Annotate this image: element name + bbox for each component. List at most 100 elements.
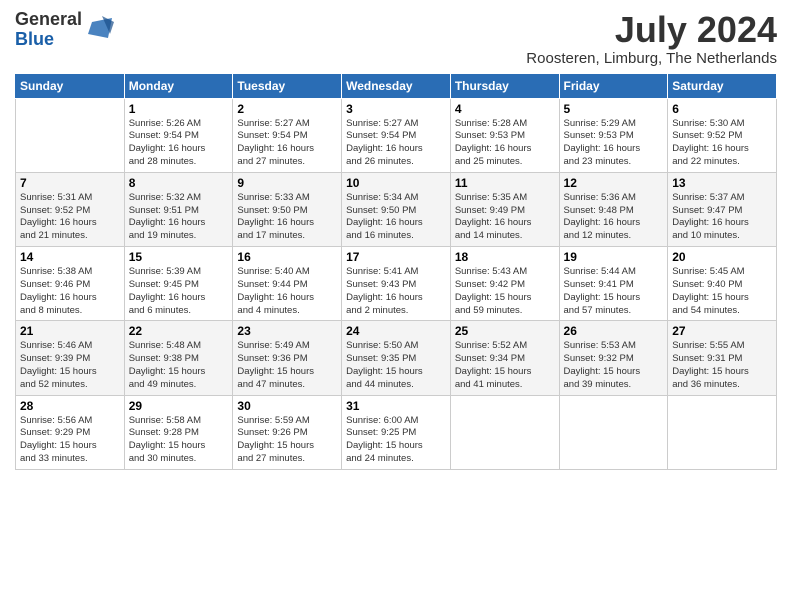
header-cell-thursday: Thursday xyxy=(450,73,559,98)
day-number: 13 xyxy=(672,176,772,190)
day-info: Sunrise: 5:33 AM Sunset: 9:50 PM Dayligh… xyxy=(237,192,337,243)
day-number: 7 xyxy=(20,176,120,190)
day-cell: 4Sunrise: 5:28 AM Sunset: 9:53 PM Daylig… xyxy=(450,98,559,172)
header-row: SundayMondayTuesdayWednesdayThursdayFrid… xyxy=(16,73,777,98)
header-cell-sunday: Sunday xyxy=(16,73,125,98)
day-info: Sunrise: 5:34 AM Sunset: 9:50 PM Dayligh… xyxy=(346,192,446,243)
day-number: 25 xyxy=(455,324,555,338)
day-cell: 26 Sunrise: 5:53 AM Sunset: 9:32 PM Dayli… xyxy=(559,321,668,395)
day-number: 22 xyxy=(129,324,229,338)
day-number: 6 xyxy=(672,102,772,116)
day-cell: 11 Sunrise: 5:35 AM Sunset: 9:49 PM Dayli… xyxy=(450,172,559,246)
day-cell: 10 Sunrise: 5:34 AM Sunset: 9:50 PM Dayli… xyxy=(342,172,451,246)
day-cell: 14Sunrise: 5:38 AM Sunset: 9:46 PM Dayli… xyxy=(16,247,125,321)
day-number: 2 xyxy=(237,102,337,116)
logo-icon xyxy=(84,14,116,46)
day-info: Sunrise: 5:43 AM Sunset: 9:42 PM Dayligh… xyxy=(455,266,555,317)
day-info: Sunrise: 5:50 AM Sunset: 9:35 PM Dayligh… xyxy=(346,340,446,391)
day-cell: 21 Sunrise: 5:46 AM Sunset: 9:39 PM Dayli… xyxy=(16,321,125,395)
week-row-4: 21 Sunrise: 5:46 AM Sunset: 9:39 PM Dayli… xyxy=(16,321,777,395)
day-cell: 12Sunrise: 5:36 AM Sunset: 9:48 PM Dayli… xyxy=(559,172,668,246)
day-info: Sunrise: 5:26 AM Sunset: 9:54 PM Dayligh… xyxy=(129,118,229,169)
day-info: Sunrise: 5:39 AM Sunset: 9:45 PM Dayligh… xyxy=(129,266,229,317)
header-cell-tuesday: Tuesday xyxy=(233,73,342,98)
day-info: Sunrise: 5:52 AM Sunset: 9:34 PM Dayligh… xyxy=(455,340,555,391)
week-row-3: 14Sunrise: 5:38 AM Sunset: 9:46 PM Dayli… xyxy=(16,247,777,321)
day-info: Sunrise: 5:48 AM Sunset: 9:38 PM Dayligh… xyxy=(129,340,229,391)
day-cell: 13 Sunrise: 5:37 AM Sunset: 9:47 PM Dayli… xyxy=(668,172,777,246)
month-year: July 2024 xyxy=(526,10,777,50)
day-number: 30 xyxy=(237,399,337,413)
day-info: Sunrise: 5:44 AM Sunset: 9:41 PM Dayligh… xyxy=(564,266,664,317)
day-cell: 8 Sunrise: 5:32 AM Sunset: 9:51 PM Daylig… xyxy=(124,172,233,246)
day-number: 29 xyxy=(129,399,229,413)
day-info: Sunrise: 5:53 AM Sunset: 9:32 PM Dayligh… xyxy=(564,340,664,391)
day-cell xyxy=(16,98,125,172)
day-cell: 22 Sunrise: 5:48 AM Sunset: 9:38 PM Dayli… xyxy=(124,321,233,395)
day-cell: 30Sunrise: 5:59 AM Sunset: 9:26 PM Dayli… xyxy=(233,395,342,469)
day-cell: 25 Sunrise: 5:52 AM Sunset: 9:34 PM Dayli… xyxy=(450,321,559,395)
day-info: Sunrise: 5:45 AM Sunset: 9:40 PM Dayligh… xyxy=(672,266,772,317)
day-cell: 15 Sunrise: 5:39 AM Sunset: 9:45 PM Dayli… xyxy=(124,247,233,321)
day-cell: 24 Sunrise: 5:50 AM Sunset: 9:35 PM Dayli… xyxy=(342,321,451,395)
day-number: 31 xyxy=(346,399,446,413)
day-number: 14 xyxy=(20,250,120,264)
day-cell: 1 Sunrise: 5:26 AM Sunset: 9:54 PM Daylig… xyxy=(124,98,233,172)
day-number: 10 xyxy=(346,176,446,190)
day-number: 17 xyxy=(346,250,446,264)
day-info: Sunrise: 6:00 AM Sunset: 9:25 PM Dayligh… xyxy=(346,415,446,466)
day-number: 11 xyxy=(455,176,555,190)
week-row-2: 7 Sunrise: 5:31 AM Sunset: 9:52 PM Daylig… xyxy=(16,172,777,246)
header-cell-wednesday: Wednesday xyxy=(342,73,451,98)
day-info: Sunrise: 5:37 AM Sunset: 9:47 PM Dayligh… xyxy=(672,192,772,243)
day-cell: 18 Sunrise: 5:43 AM Sunset: 9:42 PM Dayli… xyxy=(450,247,559,321)
day-info: Sunrise: 5:41 AM Sunset: 9:43 PM Dayligh… xyxy=(346,266,446,317)
day-number: 12 xyxy=(564,176,664,190)
day-number: 16 xyxy=(237,250,337,264)
day-info: Sunrise: 5:46 AM Sunset: 9:39 PM Dayligh… xyxy=(20,340,120,391)
header-cell-monday: Monday xyxy=(124,73,233,98)
day-cell xyxy=(668,395,777,469)
location: Roosteren, Limburg, The Netherlands xyxy=(526,50,777,67)
day-cell: 31 Sunrise: 6:00 AM Sunset: 9:25 PM Dayli… xyxy=(342,395,451,469)
day-info: Sunrise: 5:31 AM Sunset: 9:52 PM Dayligh… xyxy=(20,192,120,243)
week-row-1: 1 Sunrise: 5:26 AM Sunset: 9:54 PM Daylig… xyxy=(16,98,777,172)
day-cell: 29 Sunrise: 5:58 AM Sunset: 9:28 PM Dayli… xyxy=(124,395,233,469)
day-info: Sunrise: 5:35 AM Sunset: 9:49 PM Dayligh… xyxy=(455,192,555,243)
day-number: 27 xyxy=(672,324,772,338)
day-cell: 20 Sunrise: 5:45 AM Sunset: 9:40 PM Dayli… xyxy=(668,247,777,321)
day-cell: 16 Sunrise: 5:40 AM Sunset: 9:44 PM Dayli… xyxy=(233,247,342,321)
day-info: Sunrise: 5:55 AM Sunset: 9:31 PM Dayligh… xyxy=(672,340,772,391)
day-number: 3 xyxy=(346,102,446,116)
logo-text: General Blue xyxy=(15,10,82,50)
header-cell-saturday: Saturday xyxy=(668,73,777,98)
day-info: Sunrise: 5:29 AM Sunset: 9:53 PM Dayligh… xyxy=(564,118,664,169)
logo-blue: Blue xyxy=(15,30,82,50)
day-info: Sunrise: 5:40 AM Sunset: 9:44 PM Dayligh… xyxy=(237,266,337,317)
day-number: 26 xyxy=(564,324,664,338)
day-number: 20 xyxy=(672,250,772,264)
day-cell: 3Sunrise: 5:27 AM Sunset: 9:54 PM Daylig… xyxy=(342,98,451,172)
day-number: 18 xyxy=(455,250,555,264)
day-number: 1 xyxy=(129,102,229,116)
page-header: General Blue July 2024 Roosteren, Limbur… xyxy=(15,10,777,67)
day-cell: 5 Sunrise: 5:29 AM Sunset: 9:53 PM Daylig… xyxy=(559,98,668,172)
day-cell: 19Sunrise: 5:44 AM Sunset: 9:41 PM Dayli… xyxy=(559,247,668,321)
day-cell: 6Sunrise: 5:30 AM Sunset: 9:52 PM Daylig… xyxy=(668,98,777,172)
day-number: 8 xyxy=(129,176,229,190)
day-cell xyxy=(450,395,559,469)
day-number: 28 xyxy=(20,399,120,413)
day-cell: 23Sunrise: 5:49 AM Sunset: 9:36 PM Dayli… xyxy=(233,321,342,395)
day-number: 24 xyxy=(346,324,446,338)
day-info: Sunrise: 5:32 AM Sunset: 9:51 PM Dayligh… xyxy=(129,192,229,243)
day-cell: 9Sunrise: 5:33 AM Sunset: 9:50 PM Daylig… xyxy=(233,172,342,246)
day-info: Sunrise: 5:28 AM Sunset: 9:53 PM Dayligh… xyxy=(455,118,555,169)
day-cell: 7 Sunrise: 5:31 AM Sunset: 9:52 PM Daylig… xyxy=(16,172,125,246)
day-info: Sunrise: 5:58 AM Sunset: 9:28 PM Dayligh… xyxy=(129,415,229,466)
day-cell xyxy=(559,395,668,469)
logo-general: General xyxy=(15,10,82,30)
day-number: 5 xyxy=(564,102,664,116)
day-number: 15 xyxy=(129,250,229,264)
week-row-5: 28Sunrise: 5:56 AM Sunset: 9:29 PM Dayli… xyxy=(16,395,777,469)
day-number: 21 xyxy=(20,324,120,338)
